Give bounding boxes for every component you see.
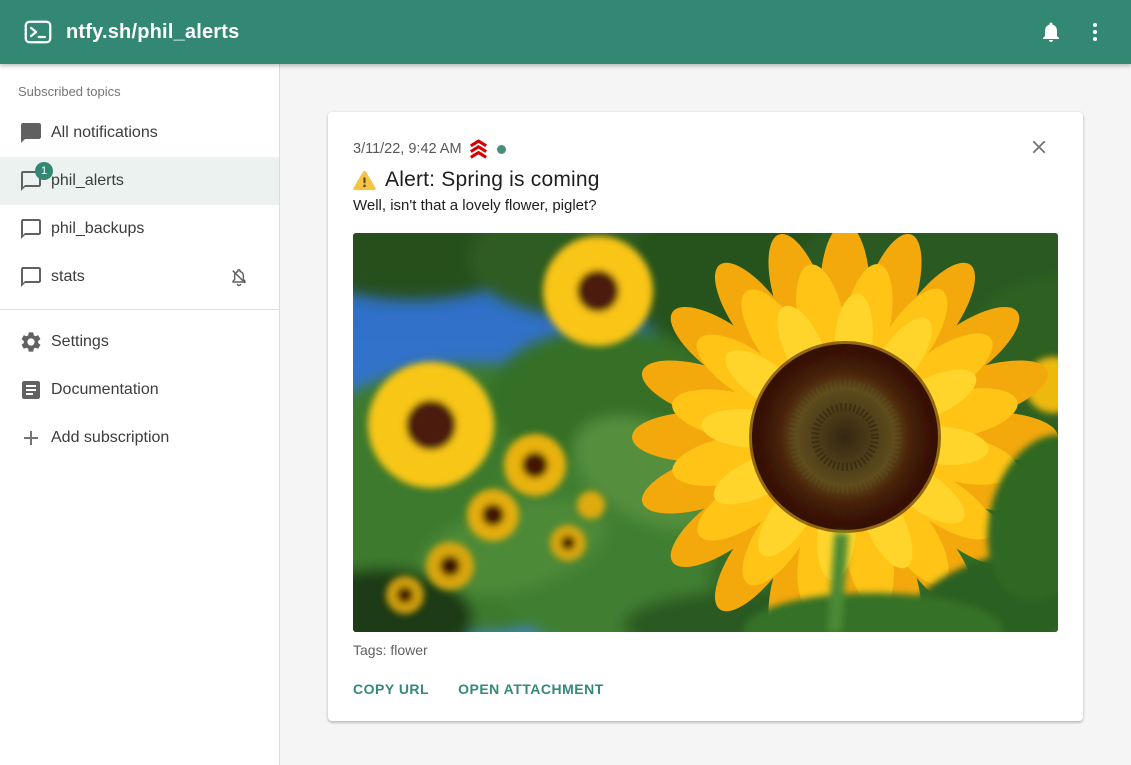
- gear-icon: [19, 330, 43, 354]
- sidebar-item-label: Settings: [51, 333, 109, 351]
- article-icon: [19, 378, 43, 402]
- sidebar-item-documentation[interactable]: Documentation: [0, 366, 279, 414]
- main-content: 3/11/22, 9:42 AM: [280, 64, 1131, 765]
- notification-actions: COPY URL OPEN ATTACHMENT: [353, 681, 1058, 697]
- notifications-bell-button[interactable]: [1029, 10, 1073, 54]
- unread-dot: [497, 145, 506, 154]
- close-notification-button[interactable]: [1028, 136, 1050, 158]
- notification-card: 3/11/22, 9:42 AM: [328, 112, 1083, 721]
- sidebar: Subscribed topics All notifications 1 ph…: [0, 64, 280, 765]
- appbar-actions: [1029, 10, 1117, 54]
- app-header: ntfy.sh/phil_alerts: [0, 0, 1131, 64]
- notification-tags: Tags: flower: [353, 642, 1058, 658]
- priority-max-triple-chevron-icon: [467, 138, 490, 160]
- notification-meta: 3/11/22, 9:42 AM: [353, 138, 506, 160]
- sidebar-item-settings[interactable]: Settings: [0, 318, 279, 366]
- close-x-icon: [1028, 136, 1050, 158]
- sidebar-item-phil-backups[interactable]: phil_backups: [0, 205, 279, 253]
- overflow-menu-button[interactable]: [1073, 10, 1117, 54]
- unread-count-badge: 1: [35, 162, 53, 180]
- warning-emoji-icon: [353, 170, 376, 191]
- page-title: ntfy.sh/phil_alerts: [66, 21, 239, 44]
- more-vert-icon: [1083, 20, 1107, 44]
- chat-bubble-outline-icon: 1: [19, 169, 43, 193]
- sidebar-item-label: phil_alerts: [51, 172, 124, 190]
- notification-body: Well, isn't that a lovely flower, piglet…: [353, 197, 1058, 214]
- notification-title: Alert: Spring is coming: [385, 168, 600, 192]
- chat-bubble-outline-icon: [19, 265, 43, 289]
- copy-url-button[interactable]: COPY URL: [353, 681, 429, 697]
- terminal-logo-icon: [23, 17, 53, 47]
- open-attachment-button[interactable]: OPEN ATTACHMENT: [458, 681, 604, 697]
- sidebar-item-phil-alerts[interactable]: 1 phil_alerts: [0, 157, 279, 205]
- chat-bubble-filled-icon: [19, 121, 43, 145]
- sidebar-item-label: All notifications: [51, 124, 158, 142]
- sidebar-divider: [0, 309, 279, 310]
- plus-icon: [19, 426, 43, 450]
- sidebar-item-label: phil_backups: [51, 220, 144, 238]
- bell-off-icon: [229, 267, 249, 287]
- sidebar-item-all-notifications[interactable]: All notifications: [0, 109, 279, 157]
- notification-timestamp: 3/11/22, 9:42 AM: [353, 141, 462, 157]
- sidebar-item-stats[interactable]: stats: [0, 253, 279, 301]
- notifications-bell-icon: [1039, 20, 1063, 44]
- sidebar-item-add-subscription[interactable]: Add subscription: [0, 414, 279, 462]
- attachment-image[interactable]: [353, 233, 1058, 632]
- sidebar-item-label: Add subscription: [51, 429, 169, 447]
- chat-bubble-outline-icon: [19, 217, 43, 241]
- sidebar-item-label: Documentation: [51, 381, 159, 399]
- sidebar-item-label: stats: [51, 268, 85, 286]
- subscribed-topics-label: Subscribed topics: [0, 64, 279, 109]
